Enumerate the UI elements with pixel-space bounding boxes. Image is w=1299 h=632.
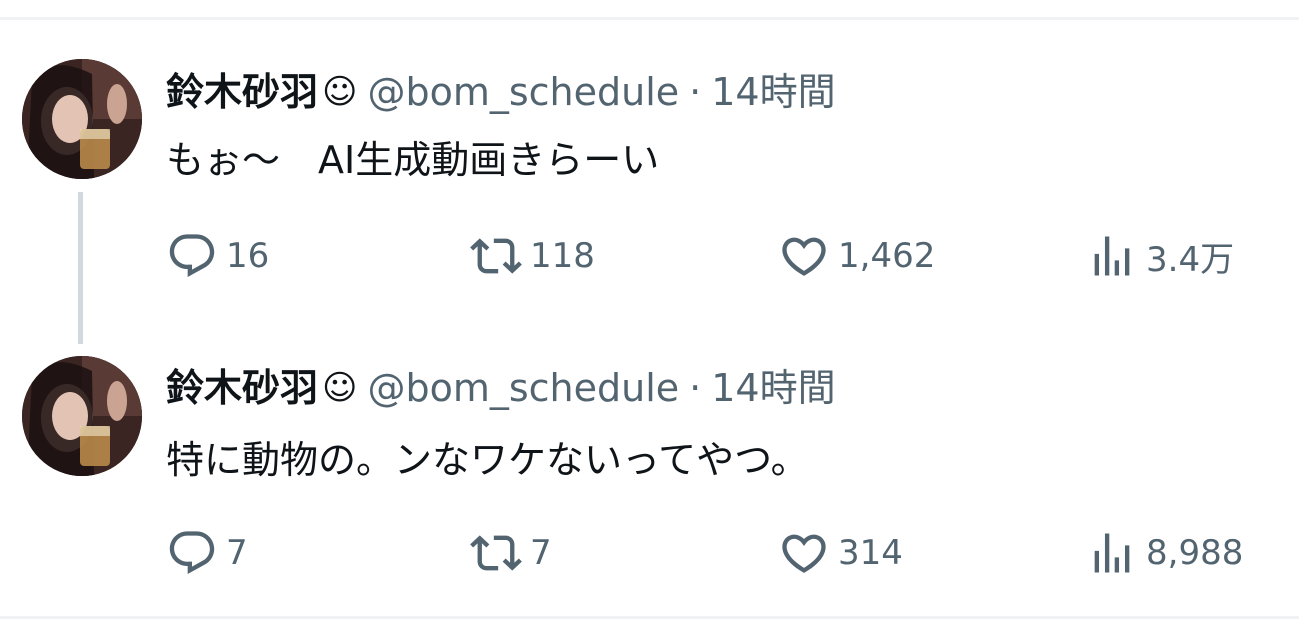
reply-button[interactable]: 16 [166, 230, 269, 282]
retweet-button[interactable]: 118 [470, 230, 595, 282]
tweet-thread: 鈴木砂羽 ☺ @bom_schedule · 14時間 もぉ～ AI生成動画きら… [0, 0, 1299, 632]
smile-emoji-icon: ☺ [322, 72, 358, 112]
views-icon [1086, 230, 1138, 282]
tweet-header: 鈴木砂羽 ☺ @bom_schedule · 14時間 [166, 362, 836, 414]
author-handle[interactable]: @bom_schedule [367, 66, 679, 118]
views-button[interactable]: 8,988 [1086, 527, 1243, 579]
views-button[interactable]: 3.4万 [1086, 230, 1234, 282]
heart-icon [778, 230, 830, 282]
reply-icon [166, 230, 218, 282]
retweet-icon [470, 230, 522, 282]
header-separator: · [689, 70, 702, 114]
avatar[interactable] [22, 356, 142, 476]
tweet-text: 特に動物の。ンなワケないってやつ。 [166, 438, 809, 482]
thread-connector-line [78, 192, 83, 344]
author-name[interactable]: 鈴木砂羽 [166, 362, 318, 414]
heart-icon [778, 527, 830, 579]
reply-button[interactable]: 7 [166, 527, 248, 579]
bottom-divider [0, 616, 1299, 619]
reply-icon [166, 527, 218, 579]
tweet-timestamp[interactable]: 14時間 [711, 362, 835, 414]
like-button[interactable]: 1,462 [778, 230, 935, 282]
retweet-icon [470, 527, 522, 579]
avatar[interactable] [22, 59, 142, 179]
reply-count: 16 [226, 236, 270, 276]
like-count: 1,462 [838, 236, 936, 276]
tweet-header: 鈴木砂羽 ☺ @bom_schedule · 14時間 [166, 66, 836, 118]
tweet-timestamp[interactable]: 14時間 [711, 66, 835, 118]
views-count: 8,988 [1146, 533, 1244, 573]
reply-count: 7 [226, 533, 248, 573]
views-count: 3.4万 [1146, 239, 1235, 280]
retweet-count: 7 [530, 533, 552, 573]
views-icon [1086, 527, 1138, 579]
retweet-count: 118 [530, 236, 595, 276]
like-count: 314 [838, 533, 903, 573]
like-button[interactable]: 314 [778, 527, 903, 579]
tweet-text: もぉ～ AI生成動画きらーい [166, 138, 660, 182]
author-name[interactable]: 鈴木砂羽 [166, 66, 318, 118]
author-handle[interactable]: @bom_schedule [367, 362, 679, 414]
header-separator: · [689, 366, 702, 410]
smile-emoji-icon: ☺ [322, 368, 358, 408]
retweet-button[interactable]: 7 [470, 527, 552, 579]
top-divider [0, 17, 1299, 20]
